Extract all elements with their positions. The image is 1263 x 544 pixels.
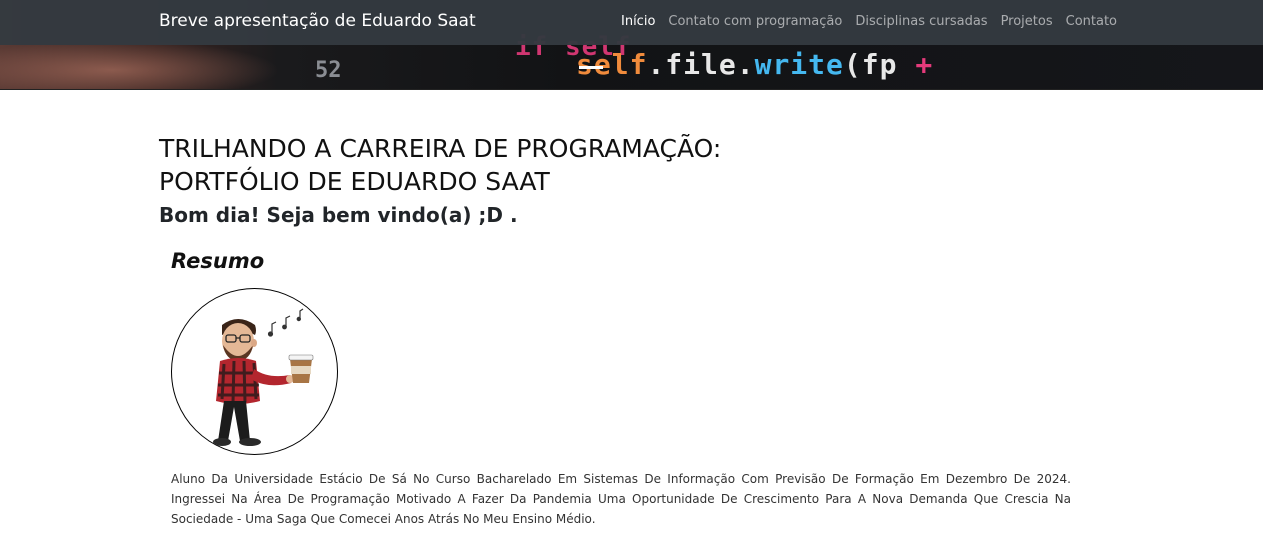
hero-glow: [0, 40, 280, 89]
carousel-indicator[interactable]: [579, 66, 603, 69]
nav-item-contato[interactable]: Contato: [1066, 14, 1117, 29]
code-token-write: write: [754, 48, 844, 81]
code-token-file: .file.: [647, 48, 755, 81]
nav-item-disciplinas[interactable]: Disciplinas cursadas: [855, 14, 987, 29]
avatar: [171, 288, 338, 455]
nav-item-projetos[interactable]: Projetos: [1001, 14, 1053, 29]
code-token-plus: +: [915, 48, 934, 81]
navbar-brand[interactable]: Breve apresentação de Eduardo Saat: [159, 11, 476, 31]
nav-item-inicio[interactable]: Início: [621, 14, 655, 29]
main-content: TRILHANDO A CARREIRA DE PROGRAMAÇÃO: POR…: [159, 132, 1079, 526]
page-title-line-1: TRILHANDO A CARREIRA DE PROGRAMAÇÃO:: [159, 134, 722, 163]
code-token-self: self: [576, 48, 648, 81]
avatar-illustration: [213, 308, 314, 446]
greeting-text: Bom dia! Seja bem vindo(a) ;D .: [159, 203, 518, 227]
section-title-resumo: Resumo: [171, 249, 265, 273]
page-title: TRILHANDO A CARREIRA DE PROGRAMAÇÃO: POR…: [159, 132, 1079, 198]
code-token-fp: (fp: [843, 48, 916, 81]
bio-text: Aluno Da Universidade Estácio De Sá No C…: [171, 472, 1071, 526]
hero-line-number: 52: [315, 58, 342, 83]
hero-code-line-2: self.file.write(fp +: [576, 48, 933, 81]
nav-menu: Início Contato com programação Disciplin…: [621, 14, 1130, 29]
nav-item-contato-programacao[interactable]: Contato com programação: [668, 14, 842, 29]
page-title-line-2: PORTFÓLIO DE EDUARDO SAAT: [159, 167, 550, 196]
top-navbar: Breve apresentação de Eduardo Saat Iníci…: [0, 0, 1263, 45]
